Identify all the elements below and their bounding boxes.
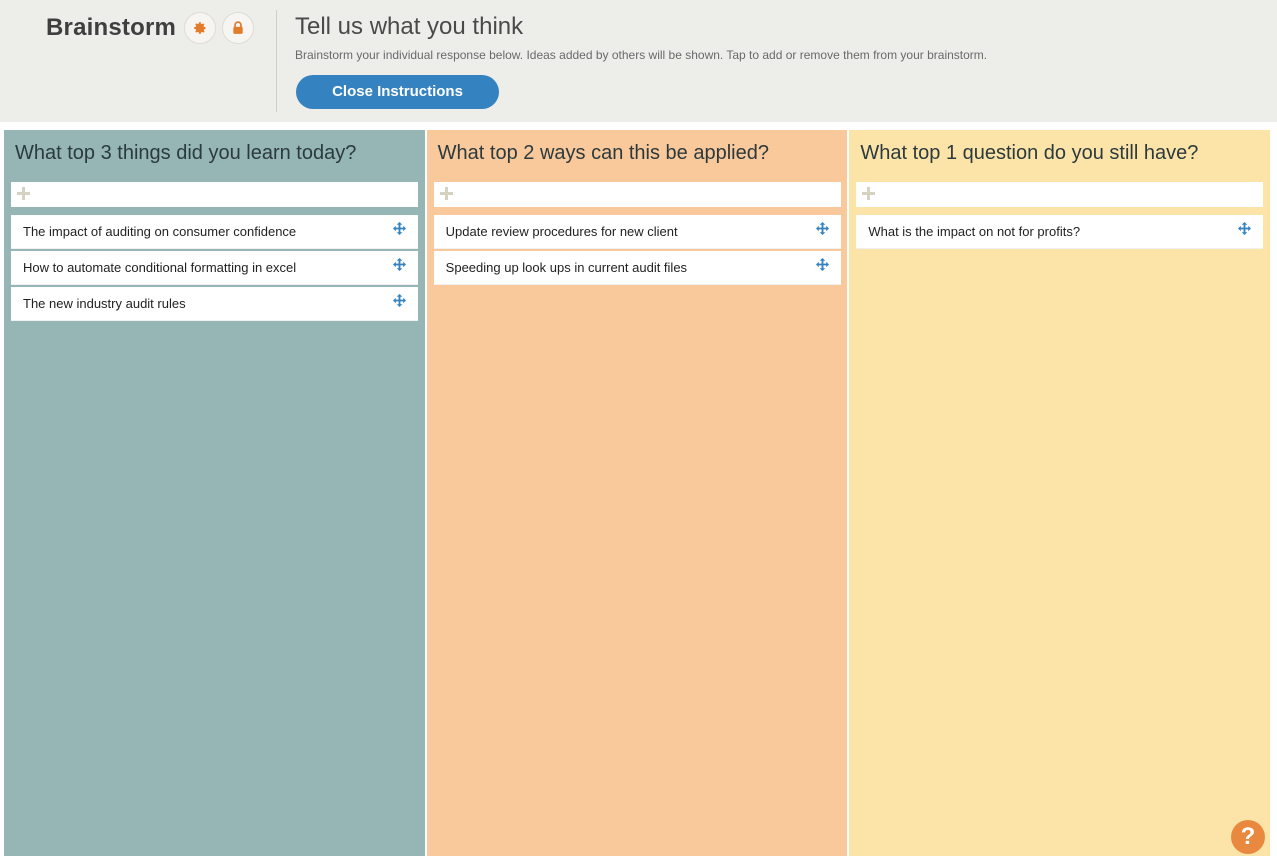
plus-icon	[862, 187, 876, 200]
column-applied: What top 2 ways can this be applied? Upd…	[426, 130, 848, 856]
move-icon[interactable]	[815, 258, 829, 271]
close-instructions-button[interactable]: Close Instructions	[296, 75, 499, 109]
column-question: What top 1 question do you still have? W…	[849, 130, 1271, 856]
move-icon[interactable]	[1238, 222, 1252, 235]
idea-text: Speeding up look ups in current audit fi…	[445, 260, 688, 275]
settings-button[interactable]	[184, 12, 217, 44]
idea-list: What is the impact on not for profits?	[856, 215, 1264, 251]
plus-icon	[439, 187, 453, 200]
idea-text: The new industry audit rules	[23, 296, 186, 311]
idea-text: The impact of auditing on consumer confi…	[23, 224, 297, 239]
move-icon[interactable]	[815, 222, 829, 235]
idea-list: The impact of auditing on consumer confi…	[11, 215, 418, 323]
idea-card[interactable]: Speeding up look ups in current audit fi…	[433, 251, 841, 285]
idea-text: How to automate conditional formatting i…	[23, 260, 297, 275]
lock-button[interactable]	[222, 12, 255, 44]
column-title: What top 2 ways can this be applied?	[437, 142, 769, 164]
lock-icon	[233, 21, 243, 34]
column-learned: What top 3 things did you learn today? T…	[4, 130, 425, 856]
header-divider	[276, 10, 277, 112]
header: Brainstorm Tell us what you think Brains…	[0, 0, 1277, 122]
move-icon[interactable]	[393, 222, 406, 235]
idea-card[interactable]: How to automate conditional formatting i…	[11, 251, 418, 285]
move-icon[interactable]	[393, 258, 406, 271]
add-idea-input[interactable]	[856, 182, 1264, 207]
help-button[interactable]: ?	[1231, 820, 1265, 854]
move-icon[interactable]	[393, 294, 406, 307]
idea-text: What is the impact on not for profits?	[868, 224, 1081, 239]
column-title: What top 1 question do you still have?	[860, 142, 1199, 164]
brand: Brainstorm	[46, 12, 255, 44]
idea-list: Update review procedures for new client …	[433, 215, 841, 287]
idea-card[interactable]: What is the impact on not for profits?	[856, 215, 1264, 249]
add-idea-input[interactable]	[433, 182, 841, 207]
idea-text: Update review procedures for new client	[445, 224, 678, 239]
brainstorm-board: What top 3 things did you learn today? T…	[4, 130, 1271, 856]
add-idea-input[interactable]	[11, 182, 418, 207]
column-title: What top 3 things did you learn today?	[15, 142, 357, 164]
idea-card[interactable]: Update review procedures for new client	[433, 215, 841, 249]
instructions-description: Brainstorm your individual response belo…	[295, 48, 988, 62]
app-title: Brainstorm	[46, 14, 177, 41]
plus-icon	[17, 187, 30, 200]
gear-icon	[194, 22, 206, 34]
idea-card[interactable]: The impact of auditing on consumer confi…	[11, 215, 418, 249]
instructions-title: Tell us what you think	[295, 13, 524, 40]
idea-card[interactable]: The new industry audit rules	[11, 287, 418, 321]
